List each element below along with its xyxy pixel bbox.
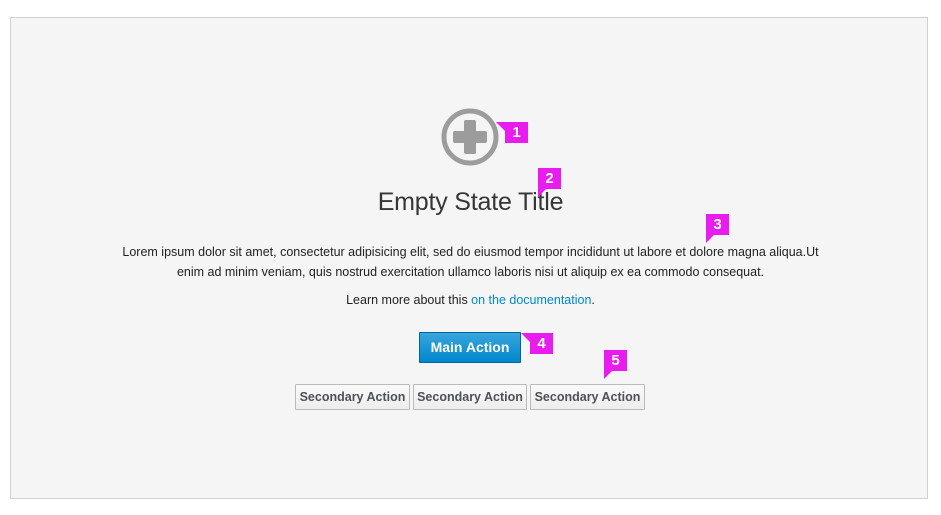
- annotation-marker-5: 5: [604, 350, 627, 379]
- learn-more-text: Learn more about this on the documentati…: [0, 293, 941, 307]
- empty-state-description: Lorem ipsum dolor sit amet, consectetur …: [122, 245, 819, 279]
- learn-more-prefix: Learn more about this: [346, 293, 472, 307]
- secondary-action-button-3[interactable]: Secondary Action: [530, 384, 645, 410]
- annotation-marker-3: 3: [706, 214, 729, 243]
- empty-state-title: Empty State Title: [377, 188, 564, 216]
- annotation-marker-4: 4: [521, 333, 553, 354]
- secondary-action-button-2[interactable]: Secondary Action: [413, 384, 527, 410]
- main-action-button[interactable]: Main Action: [419, 332, 521, 363]
- learn-more-suffix: .: [591, 293, 595, 307]
- annotation-marker-1: 1: [496, 122, 528, 143]
- secondary-action-button-1[interactable]: Secondary Action: [295, 384, 410, 410]
- documentation-link[interactable]: on the documentation: [471, 293, 591, 307]
- add-circle-icon: [440, 107, 500, 167]
- annotation-marker-2: 2: [538, 168, 561, 197]
